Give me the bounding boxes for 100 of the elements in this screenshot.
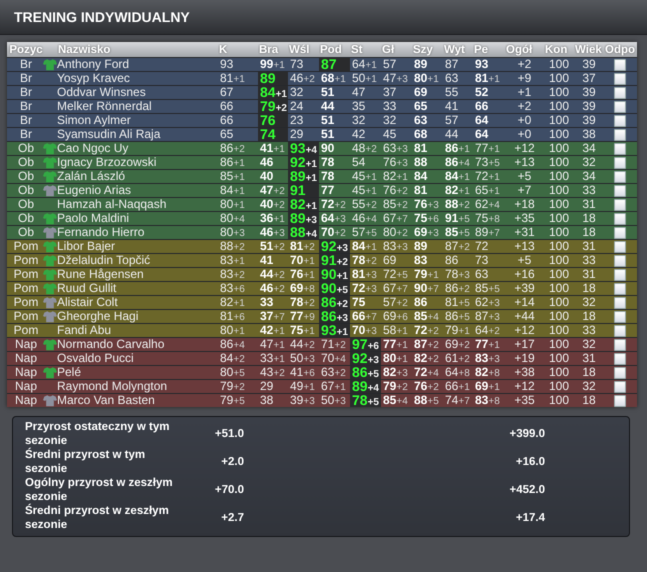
stat-cell-text: 83+6 bbox=[219, 282, 246, 295]
overall-gain-cell-text: +17 bbox=[513, 338, 536, 351]
stat-cell-text: 80+1 bbox=[413, 72, 440, 85]
checkbox[interactable] bbox=[614, 339, 626, 351]
stat-cell-text: 62+4 bbox=[474, 198, 501, 211]
summary-label: Przyrost ostateczny w tym sezonie bbox=[25, 420, 170, 448]
player-name[interactable]: Dželaludin Topčić bbox=[57, 254, 218, 267]
stat-cell-text: 45+1 bbox=[351, 184, 378, 197]
stat-cell-text: 69+3 bbox=[413, 226, 440, 239]
checkbox[interactable] bbox=[614, 73, 626, 85]
player-name[interactable]: Zalán László bbox=[57, 170, 218, 183]
checkbox[interactable] bbox=[614, 143, 626, 155]
stat-cell-text: 76+2 bbox=[382, 184, 409, 197]
player-name[interactable]: Alistair Colt bbox=[57, 296, 218, 309]
stat-cell-text: 85+1 bbox=[219, 170, 246, 183]
stat-cell: 93+1 bbox=[319, 324, 350, 337]
stat-cell-text: 70+1 bbox=[289, 254, 316, 267]
checkbox[interactable] bbox=[614, 101, 626, 113]
position-cell-text: Ob bbox=[16, 226, 35, 239]
stat-cell-text: 69 bbox=[413, 86, 428, 99]
checkbox[interactable] bbox=[614, 171, 626, 183]
age-cell-text: 18 bbox=[581, 310, 597, 323]
stat-cell-text: 85+4 bbox=[382, 394, 409, 407]
stat-cell-text: 86 bbox=[444, 254, 460, 267]
stat-cell-text: 69 bbox=[382, 254, 398, 267]
player-name[interactable]: Eugenio Arias bbox=[57, 184, 218, 197]
stat-cell-text: 79+1 bbox=[413, 268, 440, 281]
stat-cell-text: 82+8 bbox=[474, 366, 501, 379]
player-name[interactable]: Pelé bbox=[57, 366, 218, 379]
overall-gain-cell-text: +2 bbox=[516, 58, 532, 71]
player-name[interactable]: Cao Ngọc Uy bbox=[57, 142, 218, 155]
checkbox[interactable] bbox=[614, 129, 626, 141]
stat-cell-text: 84+1 bbox=[444, 170, 471, 183]
checkbox[interactable] bbox=[614, 325, 626, 337]
checkbox[interactable] bbox=[614, 157, 626, 169]
player-name[interactable]: Ignacy Brzozowski bbox=[57, 156, 218, 169]
position-cell-text: Nap bbox=[14, 338, 38, 351]
overall-gain-cell-text: +44 bbox=[513, 310, 536, 323]
player-name[interactable]: Melker Rönnerdal bbox=[57, 100, 218, 113]
player-name[interactable]: Hamzah al-Naqqash bbox=[57, 198, 218, 211]
checkbox[interactable] bbox=[614, 227, 626, 239]
stat-cell-text: 77+1 bbox=[382, 338, 409, 351]
age-cell-text: 31 bbox=[581, 268, 597, 281]
player-name[interactable]: Raymond Molyngton bbox=[57, 380, 218, 393]
player-name[interactable]: Paolo Maldini bbox=[57, 212, 218, 225]
condition-cell-text: 100 bbox=[548, 282, 570, 295]
player-name[interactable]: Fandi Abu bbox=[57, 324, 218, 337]
checkbox[interactable] bbox=[614, 199, 626, 211]
player-name[interactable]: Ruud Gullit bbox=[57, 282, 218, 295]
player-name[interactable]: Libor Bajer bbox=[57, 240, 218, 253]
checkbox[interactable] bbox=[614, 115, 626, 127]
age-cell-text: 18 bbox=[581, 226, 597, 239]
checkbox[interactable] bbox=[614, 367, 626, 379]
stat-cell-text: 32 bbox=[289, 86, 304, 99]
overall-gain-cell-text: +2 bbox=[516, 100, 532, 113]
player-name[interactable]: Gheorghe Hagi bbox=[57, 310, 218, 323]
stat-cell-text: 54 bbox=[351, 156, 366, 169]
player-name[interactable]: Yosyp Kravec bbox=[57, 72, 218, 85]
condition-cell-text: 100 bbox=[548, 198, 570, 211]
checkbox[interactable] bbox=[614, 381, 626, 393]
checkbox[interactable] bbox=[614, 185, 626, 197]
player-name[interactable]: Simon Aylmer bbox=[57, 114, 218, 127]
stat-cell-text: 39+3 bbox=[289, 394, 316, 407]
checkbox[interactable] bbox=[614, 311, 626, 323]
stat-cell-text: 88+2 bbox=[444, 198, 471, 211]
position-cell-text: Pom bbox=[12, 240, 40, 253]
player-name[interactable]: Oddvar Winsnes bbox=[57, 86, 218, 99]
condition-cell-text: 100 bbox=[548, 184, 570, 197]
player-name[interactable]: Anthony Ford bbox=[57, 58, 218, 71]
player-name[interactable]: Osvaldo Pucci bbox=[57, 352, 218, 365]
player-name[interactable]: Normando Carvalho bbox=[57, 338, 218, 351]
player-name[interactable]: Rune Hågensen bbox=[57, 268, 218, 281]
stat-cell-text: 47+2 bbox=[259, 184, 286, 197]
player-name[interactable]: Marco Van Basten bbox=[57, 394, 218, 407]
checkbox[interactable] bbox=[614, 241, 626, 253]
checkbox[interactable] bbox=[614, 395, 626, 407]
age-cell-text: 18 bbox=[581, 366, 597, 379]
age-cell-text: 33 bbox=[581, 254, 597, 267]
stat-cell-text: 88+2 bbox=[219, 240, 246, 253]
stat-cell-text: 80+5 bbox=[219, 366, 246, 379]
stat-cell-text: 93 bbox=[219, 58, 234, 71]
checkbox[interactable] bbox=[614, 269, 626, 281]
stat-cell-text: 44+2 bbox=[289, 338, 316, 351]
stat-cell-text: 64 bbox=[474, 114, 490, 127]
checkbox[interactable] bbox=[614, 283, 626, 295]
stat-cell: 92+3 bbox=[350, 352, 381, 365]
checkbox[interactable] bbox=[614, 59, 626, 71]
player-name[interactable]: Syamsudin Ali Raja bbox=[57, 128, 218, 141]
checkbox[interactable] bbox=[614, 87, 626, 99]
stat-cell-text: 50+1 bbox=[351, 72, 378, 85]
checkbox[interactable] bbox=[614, 353, 626, 365]
player-name[interactable]: Fernando Hierro bbox=[57, 226, 218, 239]
stat-cell-text: 57 bbox=[382, 58, 398, 71]
stat-cell-text: 33 bbox=[382, 100, 398, 113]
stat-cell-text: 93 bbox=[474, 58, 490, 71]
checkbox[interactable] bbox=[614, 255, 626, 267]
checkbox[interactable] bbox=[614, 297, 626, 309]
stat-cell-text: 80+4 bbox=[219, 212, 246, 225]
stat-cell-text: 76+3 bbox=[413, 198, 440, 211]
checkbox[interactable] bbox=[614, 213, 626, 225]
